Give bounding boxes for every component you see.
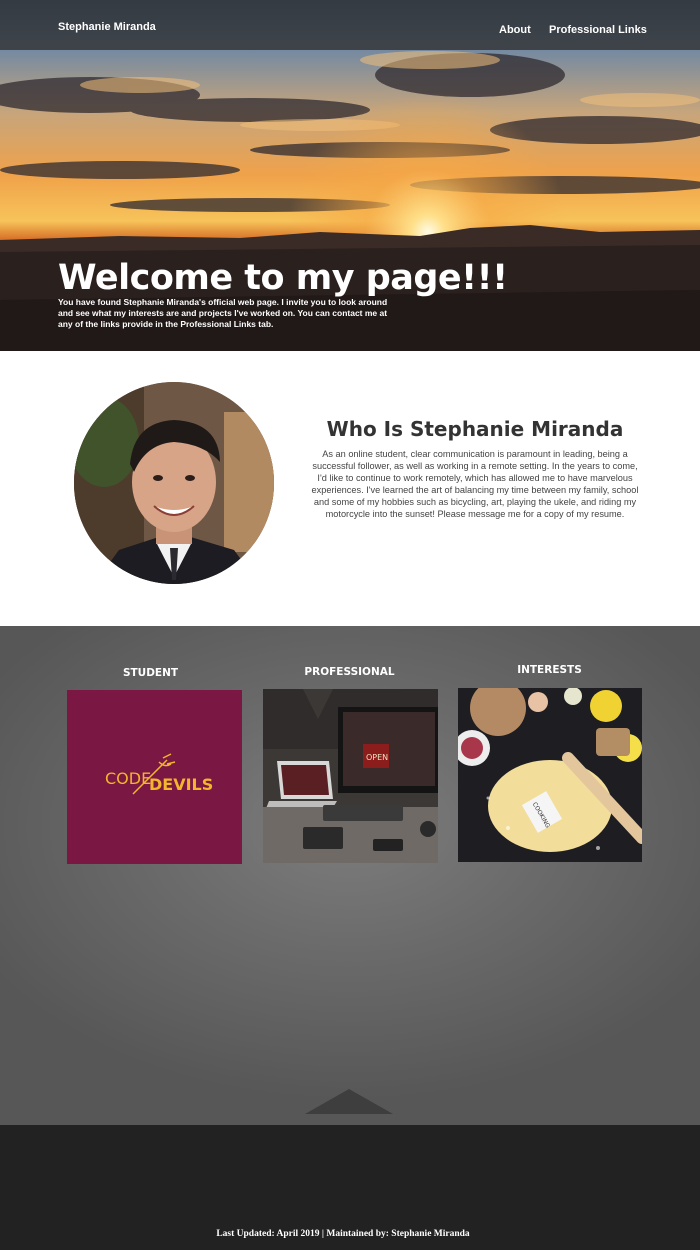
- professional-card[interactable]: OPEN: [263, 689, 438, 863]
- hero-banner: Stephanie Miranda About Professional Lin…: [0, 0, 700, 351]
- brand-name[interactable]: Stephanie Miranda: [58, 21, 156, 33]
- hero-title: Welcome to my page!!!: [58, 258, 508, 298]
- cooking-dough-photo: COOKING: [458, 688, 642, 862]
- nav-link-about[interactable]: About: [499, 24, 531, 36]
- laptop-desk-photo: OPEN: [263, 689, 438, 863]
- column-label-interests: INTERESTS: [517, 664, 582, 676]
- footer: Last Updated: April 2019 | Maintained by…: [0, 1125, 700, 1250]
- about-description: As an online student, clear communicatio…: [311, 449, 639, 519]
- code-devils-logo: CODE DEVILS: [67, 690, 242, 864]
- profile-photo: [74, 382, 274, 584]
- top-navbar: Stephanie Miranda About Professional Lin…: [0, 0, 700, 50]
- column-label-professional: PROFESSIONAL: [304, 666, 395, 678]
- logo-word-code: CODE: [105, 769, 151, 788]
- about-section: Who Is Stephanie Miranda As an online st…: [0, 351, 700, 626]
- nav-link-professional-links[interactable]: Professional Links: [549, 24, 647, 36]
- column-label-student: STUDENT: [122, 667, 179, 679]
- hero-subtitle: You have found Stephanie Miranda's offic…: [58, 297, 388, 329]
- about-title: Who Is Stephanie Miranda: [326, 417, 624, 441]
- student-card[interactable]: CODE DEVILS: [67, 690, 242, 864]
- logo-word-devils: DEVILS: [149, 775, 213, 794]
- open-sign: OPEN: [366, 753, 388, 762]
- portfolio-section: STUDENT PROFESSIONAL INTERESTS CODE DEVI…: [0, 626, 700, 1125]
- footer-text: Last Updated: April 2019 | Maintained by…: [216, 1229, 470, 1239]
- interests-card[interactable]: COOKING: [458, 688, 642, 862]
- profile-portrait-image: [74, 382, 274, 584]
- scroll-to-top-icon[interactable]: [305, 1089, 393, 1114]
